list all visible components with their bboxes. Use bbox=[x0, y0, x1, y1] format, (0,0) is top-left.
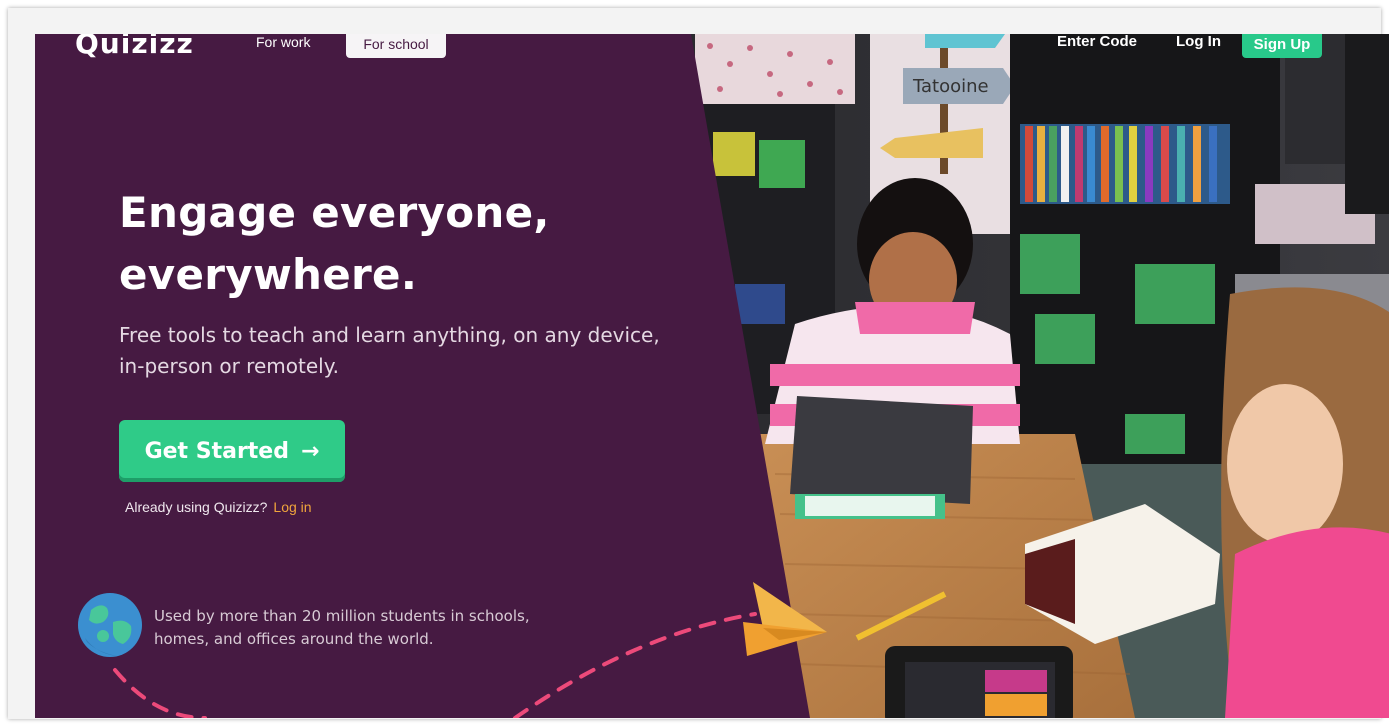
quizizz-logo[interactable]: Quizizz bbox=[75, 34, 194, 60]
get-started-label: Get Started bbox=[144, 438, 289, 464]
usage-statistic: Used by more than 20 million students in… bbox=[154, 607, 530, 648]
nav-for-work[interactable]: For work bbox=[256, 34, 310, 50]
globe-icon bbox=[78, 593, 142, 657]
headline-line-1: Engage everyone, bbox=[119, 188, 550, 237]
quizizz-landing-page: Tatooine Quizizz For work For school Ent… bbox=[35, 34, 1389, 718]
arrow-right-icon: → bbox=[300, 438, 320, 464]
already-using-text: Already using Quizizz? Log in bbox=[125, 499, 312, 515]
nav-for-school[interactable]: For school bbox=[346, 34, 446, 58]
sign-up-button[interactable]: Sign Up bbox=[1242, 34, 1322, 58]
headline-line-2: everywhere. bbox=[119, 250, 418, 299]
log-in-link[interactable]: Log In bbox=[1176, 34, 1221, 50]
tatooine-sign-text: Tatooine bbox=[912, 76, 989, 97]
already-log-in-link[interactable]: Log in bbox=[273, 499, 311, 515]
hero-subhead: Free tools to teach and learn anything, … bbox=[119, 323, 660, 378]
screenshot-frame: Tatooine Quizizz For work For school Ent… bbox=[8, 8, 1389, 719]
hero-headline: Engage everyone, everywhere. bbox=[119, 182, 550, 306]
enter-code-link[interactable]: Enter Code bbox=[1057, 34, 1137, 50]
get-started-button[interactable]: Get Started → bbox=[119, 420, 345, 482]
top-navigation: Quizizz For work For school Enter Code L… bbox=[35, 34, 1389, 64]
already-using-label: Already using Quizizz? bbox=[125, 499, 268, 515]
